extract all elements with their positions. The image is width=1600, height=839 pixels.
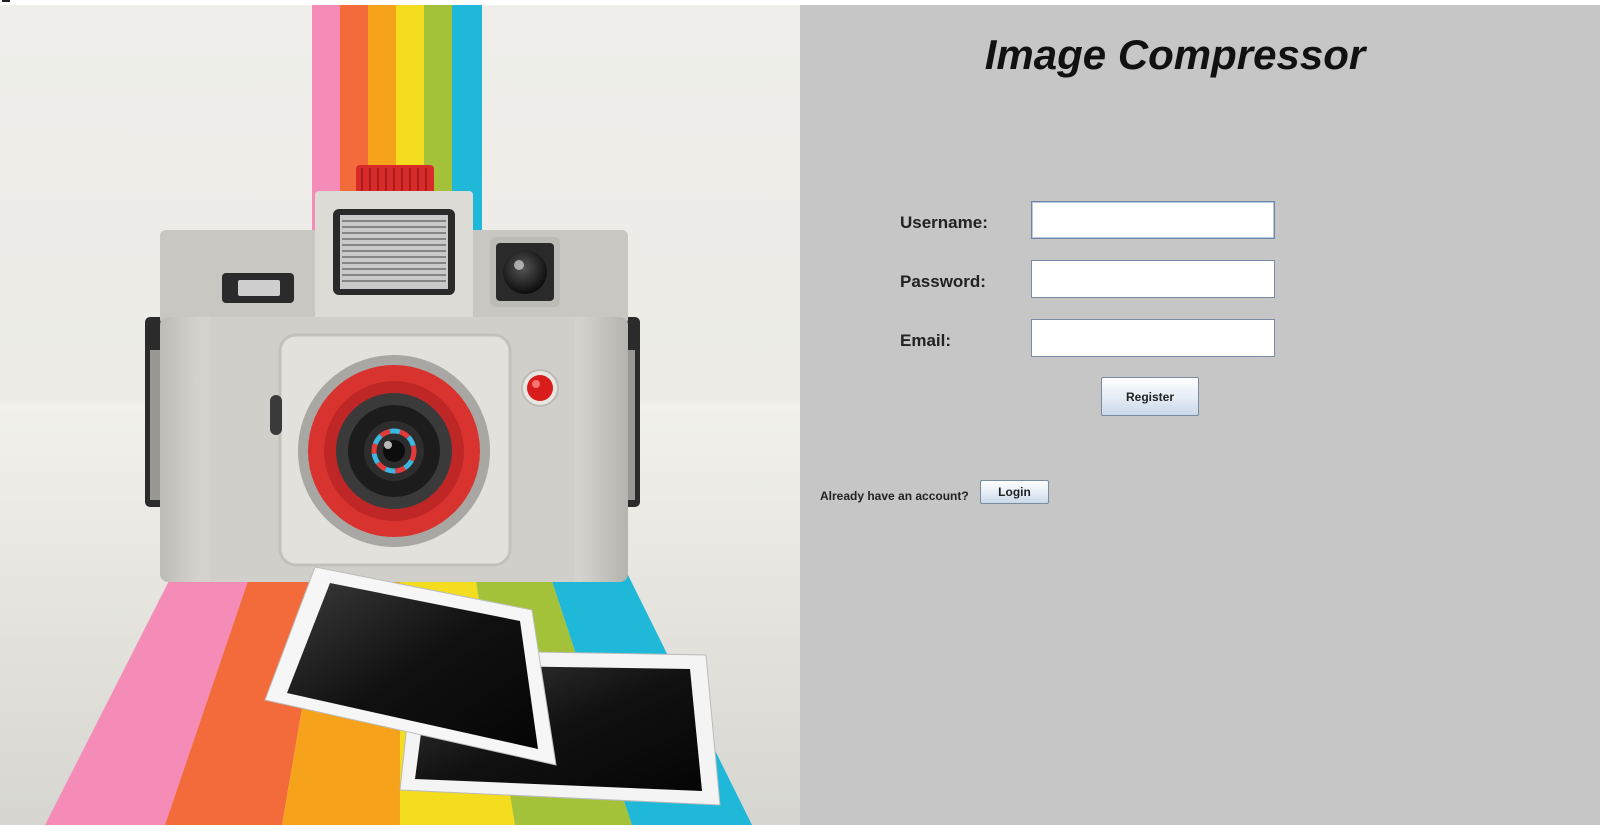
register-button[interactable]: Register bbox=[1101, 377, 1199, 416]
retro-camera-icon bbox=[0, 5, 800, 825]
password-input[interactable] bbox=[1031, 260, 1275, 298]
email-input[interactable] bbox=[1031, 319, 1275, 357]
username-input[interactable] bbox=[1031, 201, 1275, 239]
email-label: Email: bbox=[900, 331, 952, 350]
username-label: Username: bbox=[900, 213, 988, 232]
register-panel: Image Compressor Username: Password: Ema… bbox=[800, 5, 1600, 825]
account-prompt: Already have an account? bbox=[820, 489, 969, 503]
app-title: Image Compressor bbox=[984, 31, 1366, 78]
hero-illustration bbox=[0, 5, 800, 825]
window-bottom-strip bbox=[0, 825, 1600, 839]
login-button[interactable]: Login bbox=[980, 480, 1049, 504]
window-icon: ▬ bbox=[2, 0, 10, 4]
password-label: Password: bbox=[900, 272, 986, 291]
